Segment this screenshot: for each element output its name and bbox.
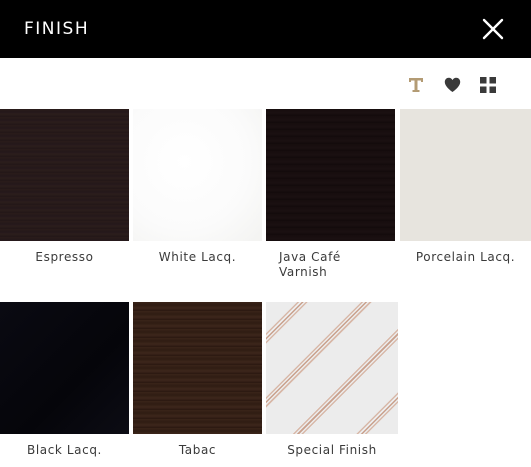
text-view-button[interactable] xyxy=(407,76,425,94)
text-icon xyxy=(409,78,423,92)
finish-label: Porcelain Lacq. xyxy=(415,250,516,264)
finish-label: Java Café Varnish xyxy=(279,250,341,279)
finish-option-special-finish[interactable]: Special Finish xyxy=(266,302,398,458)
finish-label: Tabac xyxy=(178,443,217,457)
close-button[interactable] xyxy=(481,17,505,41)
finish-swatch[interactable] xyxy=(400,109,531,241)
finish-swatch[interactable] xyxy=(266,302,398,434)
heart-icon xyxy=(444,77,460,92)
finish-swatch[interactable] xyxy=(133,302,262,434)
finish-option-tabac[interactable]: Tabac xyxy=(133,302,262,458)
panel-header: FINISH xyxy=(0,0,531,58)
favorites-button[interactable] xyxy=(443,76,461,94)
finish-label: Special Finish xyxy=(287,443,377,457)
grid-view-button[interactable] xyxy=(479,76,497,94)
finish-swatch[interactable] xyxy=(0,109,129,241)
grid-icon xyxy=(480,77,496,93)
finish-swatch[interactable] xyxy=(266,109,395,241)
finish-option-java-cafe-varnish[interactable]: Java Café Varnish xyxy=(266,109,395,280)
finish-swatch[interactable] xyxy=(0,302,129,434)
close-icon xyxy=(482,18,504,40)
finish-option-white-lacq[interactable]: White Lacq. xyxy=(133,109,262,265)
finish-option-porcelain-lacq[interactable]: Porcelain Lacq. xyxy=(400,109,531,265)
finish-option-black-lacq[interactable]: Black Lacq. xyxy=(0,302,129,458)
finish-label: Black Lacq. xyxy=(27,443,102,457)
finish-label: White Lacq. xyxy=(158,250,237,264)
finish-swatch[interactable] xyxy=(133,109,262,241)
panel-title: FINISH xyxy=(24,19,90,39)
finish-label: Espresso xyxy=(35,250,94,264)
view-toolbar xyxy=(407,70,497,100)
finish-option-espresso[interactable]: Espresso xyxy=(0,109,129,265)
